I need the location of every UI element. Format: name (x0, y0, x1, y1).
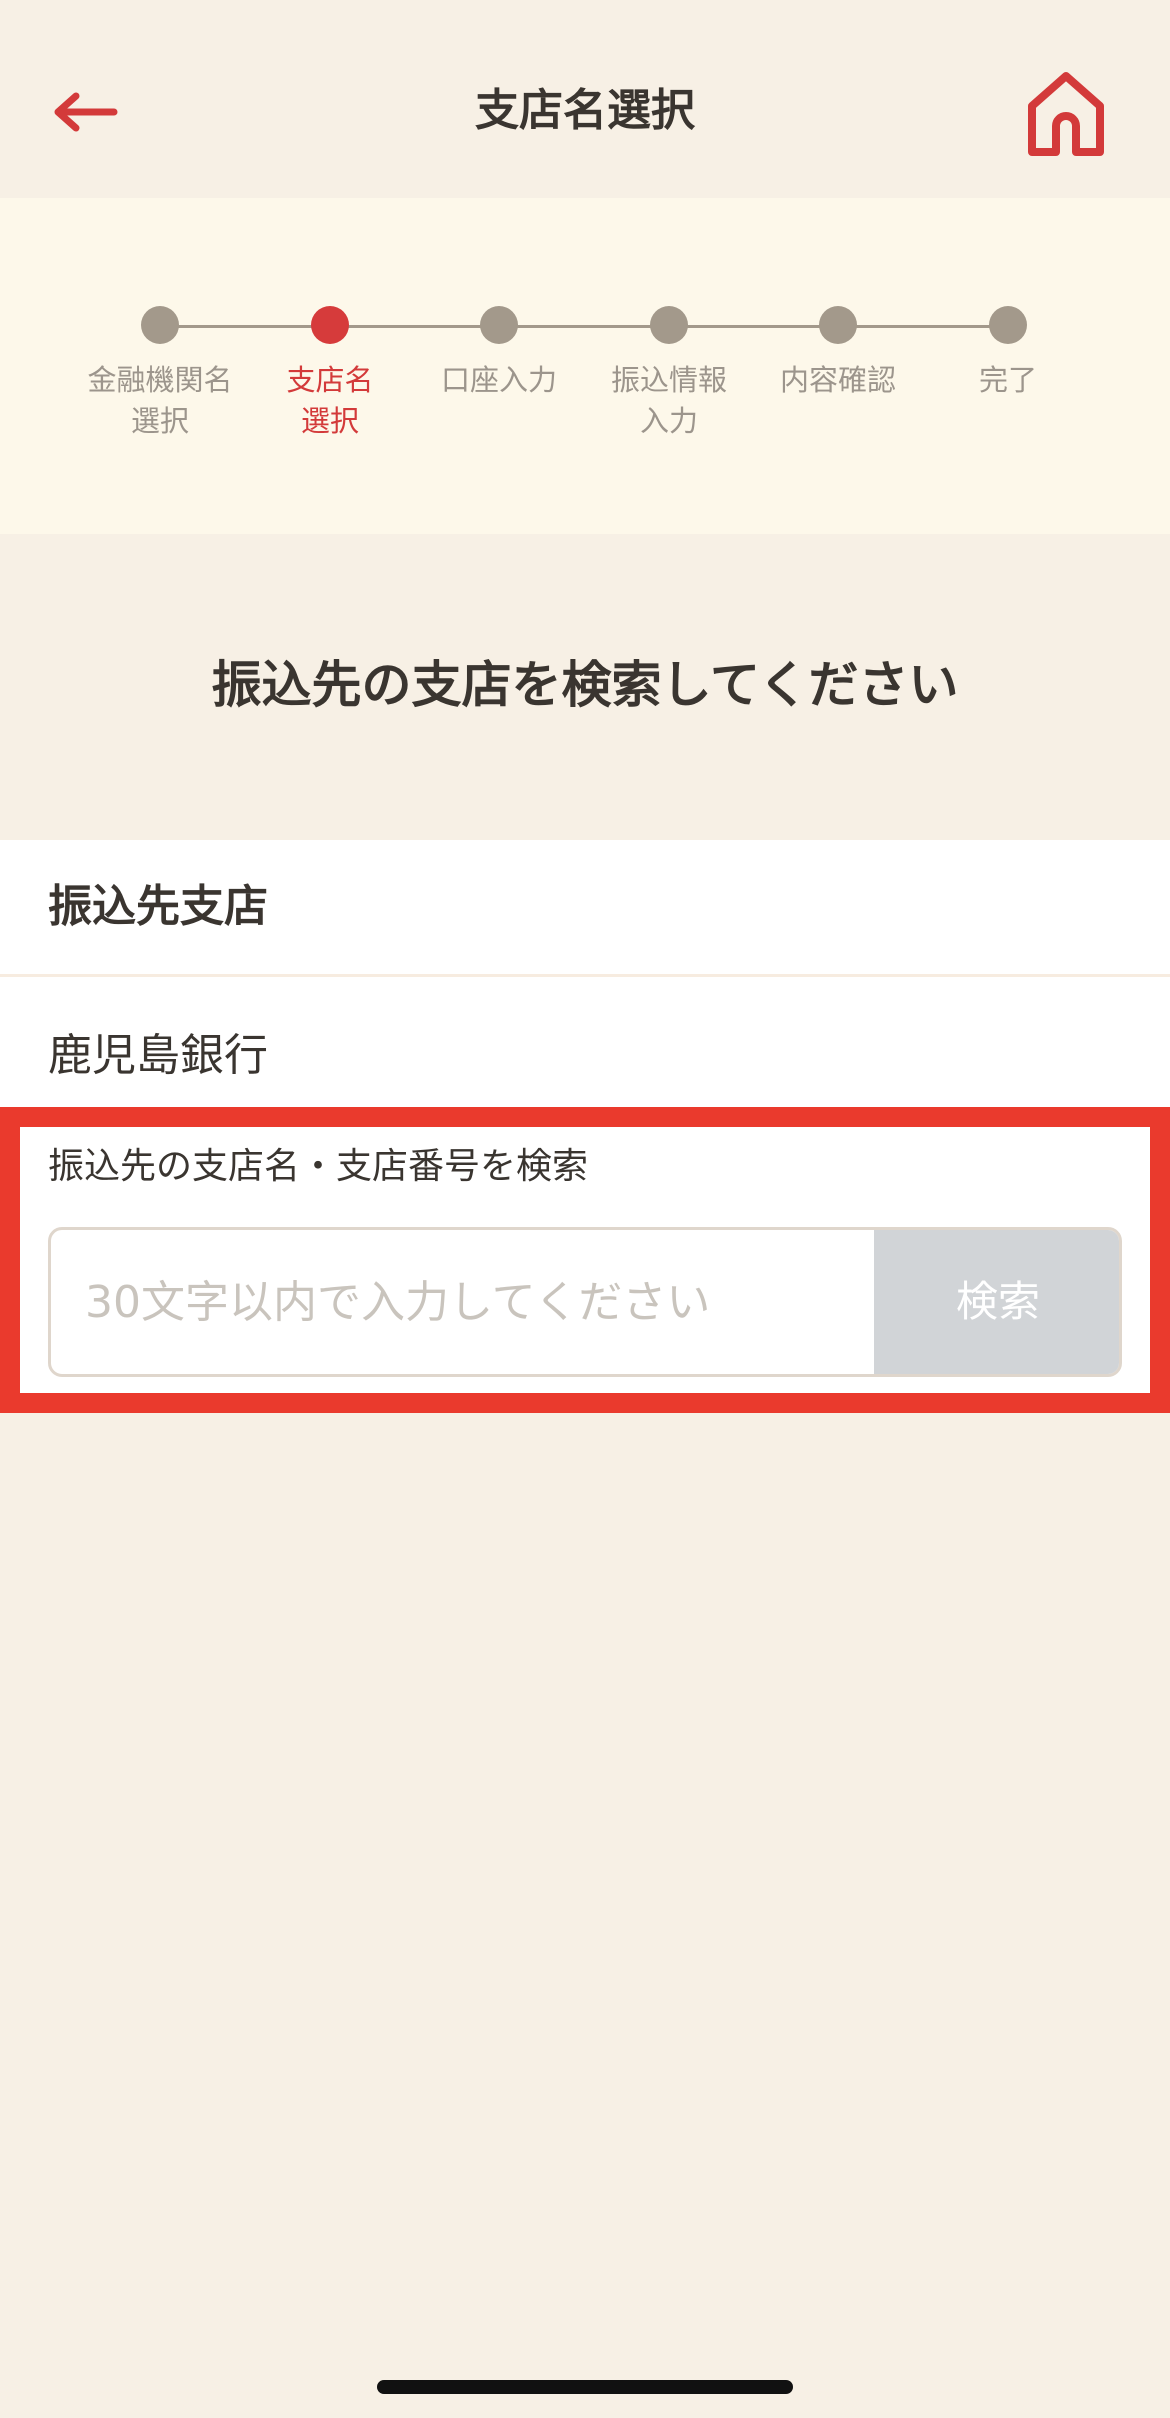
step-dot (989, 306, 1027, 344)
page-title: 支店名選択 (475, 85, 695, 136)
step-label: 振込情報 入力 (610, 363, 727, 438)
step-label: 金融機関名 選択 (87, 363, 233, 438)
step-dot (141, 306, 179, 344)
search-button[interactable]: 検索 (874, 1230, 1119, 1374)
step-confirm: 内容確認 (748, 306, 928, 401)
step-dot (819, 306, 857, 344)
home-button[interactable] (1016, 58, 1116, 168)
step-dot-active (311, 306, 349, 344)
step-dot (480, 306, 518, 344)
branch-search-panel: 振込先の支店名・支店番号を検索 検索 (0, 1107, 1170, 1413)
search-group: 検索 (48, 1227, 1122, 1377)
step-label: 口座入力 (440, 363, 557, 397)
selected-bank-row: 鹿児島銀行 (0, 977, 1170, 1107)
section-title: 振込先支店 (48, 881, 268, 932)
search-label: 振込先の支店名・支店番号を検索 (48, 1146, 589, 1187)
section-header: 振込先支店 (0, 840, 1170, 977)
step-bank-select: 金融機関名 選択 (70, 306, 250, 442)
app-header: 支店名選択 (0, 0, 1170, 198)
step-dot (650, 306, 688, 344)
step-label: 完了 (978, 363, 1037, 397)
step-label: 支店名 選択 (286, 363, 374, 438)
step-branch-select: 支店名 選択 (240, 306, 420, 442)
instruction-heading: 振込先の支店を検索してください (211, 656, 959, 714)
branch-search-input[interactable] (51, 1230, 874, 1374)
step-complete: 完了 (918, 306, 1098, 401)
progress-stepper: 金融機関名 選択 支店名 選択 口座入力 振込情報 入力 内容確認 完了 (0, 198, 1170, 534)
step-transfer-info: 振込情報 入力 (579, 306, 759, 442)
step-label: 内容確認 (779, 363, 896, 397)
home-icon (1028, 72, 1104, 156)
home-indicator (377, 2380, 793, 2394)
bank-name: 鹿児島銀行 (48, 1030, 268, 1081)
step-account-input: 口座入力 (409, 306, 589, 401)
